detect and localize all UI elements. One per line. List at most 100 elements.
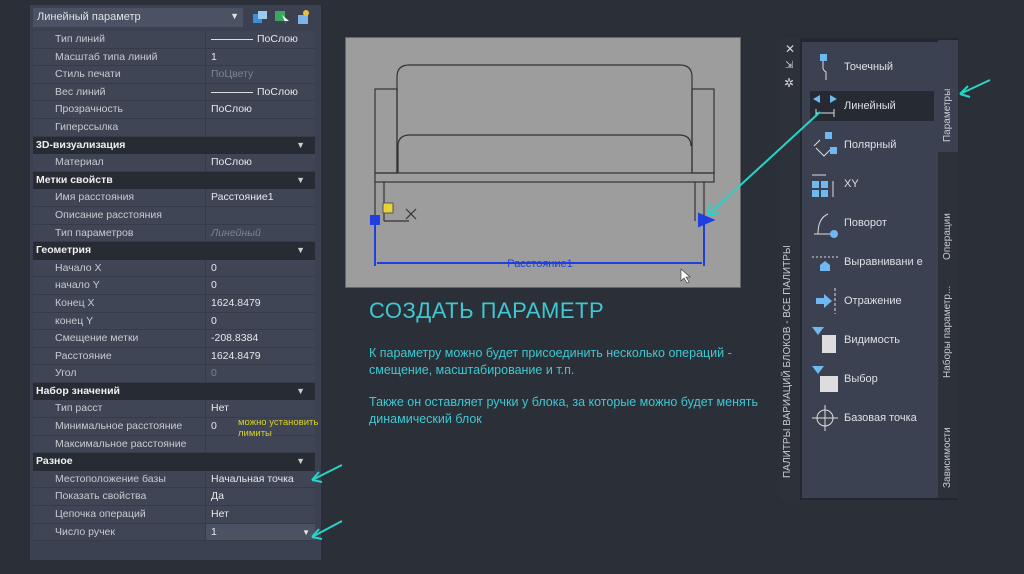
palette-item-rotation[interactable]: Поворот bbox=[810, 208, 934, 238]
property-row[interactable]: Число ручек 1 ▼ bbox=[33, 523, 315, 542]
gear-icon[interactable]: ✲ bbox=[784, 76, 794, 90]
palette-tab-1[interactable]: Операции bbox=[938, 152, 958, 270]
palette-item-label: Выравнивани е bbox=[844, 255, 923, 268]
property-row[interactable]: Прозрачность ПоСлою bbox=[33, 101, 315, 119]
property-row[interactable]: Конец X 1624.8479 bbox=[33, 294, 315, 313]
property-row[interactable]: Показать свойства Да bbox=[33, 488, 315, 507]
property-value[interactable]: ПоСлою bbox=[205, 83, 315, 101]
palette-item-visibility[interactable]: Видимость bbox=[810, 325, 934, 355]
collapse-icon[interactable]: ▼ bbox=[296, 242, 305, 260]
palette-item-label: Видимость bbox=[844, 333, 900, 346]
property-row[interactable]: Минимальное расстояние 0 можно установить … bbox=[33, 417, 318, 439]
close-icon[interactable]: ✕ bbox=[785, 42, 795, 56]
property-value-text: ПоСлою bbox=[211, 156, 252, 169]
property-value[interactable]: ПоСлою bbox=[205, 154, 315, 171]
property-row[interactable]: Расстояние 1624.8479 bbox=[33, 347, 315, 366]
property-row[interactable]: Стиль печати ПоЦвету bbox=[33, 66, 315, 84]
property-row[interactable]: Имя расстояния Расстояние1 bbox=[33, 189, 315, 207]
toggle-pickadd-icon[interactable] bbox=[252, 9, 268, 25]
chevron-down-icon[interactable]: ▼ bbox=[302, 524, 310, 542]
dimension-label[interactable]: Расстояние1 bbox=[507, 258, 573, 270]
property-value[interactable] bbox=[205, 206, 315, 224]
palette-item-flip[interactable]: Отражение bbox=[810, 286, 934, 316]
property-label: Минимальное расстояние bbox=[33, 418, 205, 435]
object-type-select[interactable]: Линейный параметр ▼ bbox=[33, 8, 243, 27]
collapse-icon[interactable]: ▼ bbox=[296, 172, 305, 190]
palette-tab-label: Зависимости bbox=[942, 427, 953, 488]
property-row[interactable]: Тип линий ПоСлою bbox=[33, 31, 315, 49]
property-row[interactable]: Тип параметров Линейный bbox=[33, 224, 315, 243]
palette-item-polar[interactable]: Полярный bbox=[810, 130, 934, 160]
property-label: Стиль печати bbox=[33, 66, 205, 83]
property-value-text: 1 bbox=[211, 525, 217, 538]
polar-parameter-icon bbox=[810, 130, 840, 160]
property-value[interactable]: Нет bbox=[205, 506, 315, 523]
property-row[interactable]: Смещение метки -208.8384 bbox=[33, 330, 315, 348]
property-row[interactable]: Вес линий ПоСлою bbox=[33, 83, 315, 102]
section-header[interactable]: 3D-визуализация ▼ bbox=[33, 136, 315, 155]
section-header[interactable]: Геометрия ▼ bbox=[33, 242, 315, 260]
slide-paragraph-2: Также он оставляет ручки у блока, за кот… bbox=[369, 395, 758, 426]
drawing-canvas[interactable]: Расстояние1 bbox=[345, 37, 741, 288]
palette-tab-0[interactable]: Параметры bbox=[938, 40, 958, 152]
property-row[interactable]: Местоположение базы Начальная точка bbox=[33, 470, 315, 489]
select-objects-icon[interactable] bbox=[274, 9, 290, 25]
property-row[interactable]: Тип расст Нет bbox=[33, 400, 315, 419]
property-value[interactable]: 1624.8479 bbox=[205, 294, 315, 312]
property-value[interactable]: 1 bbox=[205, 48, 315, 66]
autohide-icon[interactable]: ⇲ bbox=[785, 60, 793, 71]
object-type-value: Линейный параметр bbox=[37, 11, 141, 23]
property-value[interactable]: 1 ▼ bbox=[205, 523, 315, 542]
property-value[interactable]: 0 bbox=[205, 259, 315, 277]
property-value[interactable] bbox=[205, 435, 315, 453]
property-value[interactable]: 1624.8479 bbox=[205, 347, 315, 365]
block-authoring-palettes: ✕ ⇲ ✲ ПАЛИТРЫ ВАРИАЦИЙ БЛОКОВ - ВСЕ ПАЛИ… bbox=[780, 38, 958, 500]
property-row[interactable]: Начало X 0 bbox=[33, 259, 315, 278]
palette-tab-label: Операции bbox=[942, 213, 953, 260]
property-value-text: 0 bbox=[211, 420, 217, 433]
section-header[interactable]: Метки свойств ▼ bbox=[33, 171, 315, 190]
collapse-icon[interactable]: ▼ bbox=[296, 383, 305, 401]
property-row[interactable]: Масштаб типа линий 1 bbox=[33, 48, 315, 67]
property-value[interactable]: 0 bbox=[205, 312, 315, 330]
palette-item-linear[interactable]: Линейный bbox=[810, 91, 934, 121]
property-row[interactable]: Цепочка операций Нет bbox=[33, 506, 315, 524]
palette-item-lookup[interactable]: Выбор bbox=[810, 364, 934, 394]
palette-tab-3[interactable]: Зависимости bbox=[938, 388, 958, 498]
property-row[interactable]: Гиперссылка bbox=[33, 118, 315, 137]
property-value-text: 1 bbox=[211, 50, 217, 63]
property-row[interactable]: Материал ПоСлою bbox=[33, 154, 315, 172]
property-value[interactable]: 0 bbox=[205, 277, 315, 294]
property-value[interactable]: Да bbox=[205, 488, 315, 506]
property-value[interactable]: 0 bbox=[205, 365, 315, 382]
palette-title-bar[interactable]: ✕ ⇲ ✲ ПАЛИТРЫ ВАРИАЦИЙ БЛОКОВ - ВСЕ ПАЛИ… bbox=[780, 38, 800, 500]
property-value[interactable] bbox=[205, 118, 315, 136]
property-value[interactable]: Нет bbox=[205, 400, 315, 418]
property-label: конец Y bbox=[33, 312, 205, 330]
palette-item-basepoint[interactable]: Базовая точка bbox=[810, 403, 934, 433]
property-value[interactable]: ПоЦвету bbox=[205, 66, 315, 83]
palette-tab-2[interactable]: Наборы параметр... bbox=[938, 270, 958, 388]
property-value[interactable]: Начальная точка bbox=[205, 470, 315, 488]
property-row[interactable]: Максимальное расстояние bbox=[33, 435, 315, 454]
quick-select-icon[interactable] bbox=[296, 9, 312, 25]
section-header[interactable]: Набор значений ▼ bbox=[33, 382, 315, 401]
property-row[interactable]: Угол 0 bbox=[33, 365, 315, 383]
property-value[interactable]: ПоСлою bbox=[205, 31, 315, 48]
property-value[interactable]: Линейный bbox=[205, 224, 315, 242]
property-value[interactable]: -208.8384 bbox=[205, 330, 315, 347]
property-value[interactable]: Расстояние1 bbox=[205, 189, 315, 206]
collapse-icon[interactable]: ▼ bbox=[296, 137, 305, 155]
palette-item-point[interactable]: Точечный bbox=[810, 52, 934, 82]
collapse-icon[interactable]: ▼ bbox=[296, 453, 305, 471]
property-value[interactable]: ПоСлою bbox=[205, 101, 315, 118]
palette-item-xy[interactable]: XY bbox=[810, 169, 934, 199]
palette-item-alignment[interactable]: Выравнивани е bbox=[810, 247, 934, 277]
property-row[interactable]: конец Y 0 bbox=[33, 312, 315, 331]
property-row[interactable]: начало Y 0 bbox=[33, 277, 315, 295]
property-row[interactable]: Описание расстояния bbox=[33, 206, 315, 225]
property-value[interactable]: 0 можно установить лимиты bbox=[205, 417, 318, 439]
section-header[interactable]: Разное ▼ bbox=[33, 453, 315, 471]
alignment-parameter-icon bbox=[810, 247, 840, 277]
palette-item-label: Базовая точка bbox=[844, 411, 917, 424]
